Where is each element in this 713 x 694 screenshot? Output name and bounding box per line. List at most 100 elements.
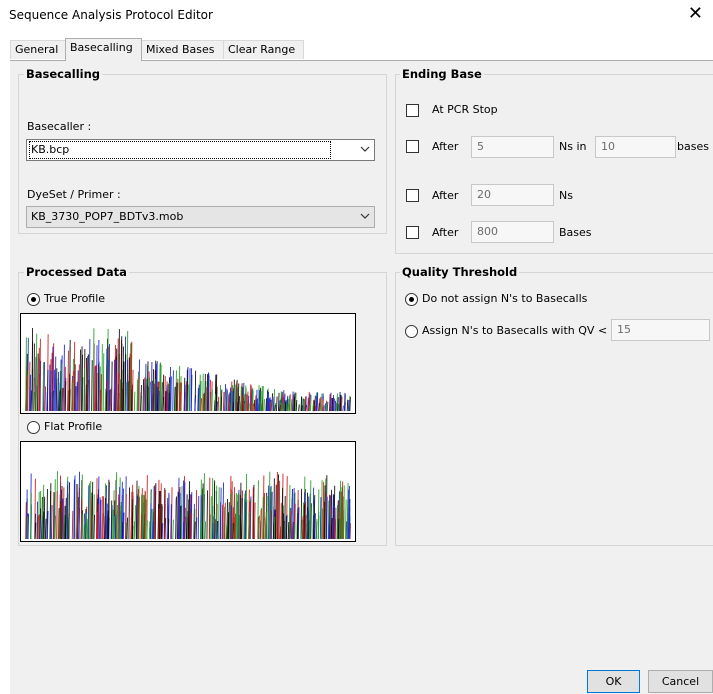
- trace-peak: [208, 514, 211, 540]
- trace-peak: [138, 376, 140, 412]
- trace-peak: [340, 396, 343, 412]
- trace-peak: [35, 333, 38, 412]
- trace-peak: [170, 376, 172, 412]
- basecaller-select[interactable]: KB.bcp: [26, 139, 375, 161]
- trace-peak: [182, 522, 185, 540]
- trace-peak: [252, 403, 255, 412]
- trace-peak: [180, 486, 183, 540]
- trace-peak: [237, 492, 239, 540]
- trace-peak: [161, 382, 163, 412]
- after-ns-in-checkbox[interactable]: [406, 140, 419, 153]
- trace-peak: [204, 521, 206, 540]
- trace-peak: [34, 513, 36, 540]
- ns-window-input[interactable]: 10: [595, 136, 676, 158]
- trace-peak: [30, 390, 32, 412]
- flat-profile-radio[interactable]: [27, 421, 40, 434]
- trace-peak: [164, 489, 166, 540]
- trace-peak: [162, 374, 165, 412]
- after-bases-checkbox[interactable]: [406, 226, 419, 239]
- trace-peak: [227, 512, 229, 540]
- trace-peak: [91, 360, 93, 412]
- trace-peak: [243, 493, 246, 540]
- trace-peak: [141, 488, 143, 540]
- trace-peak: [117, 338, 119, 412]
- trace-peak: [254, 502, 256, 540]
- trace-peak: [234, 517, 236, 540]
- trace-peak: [183, 482, 186, 540]
- trace-peak: [263, 399, 265, 412]
- trace-peak: [122, 488, 124, 540]
- trace-peak: [146, 520, 148, 540]
- tab-mixed-bases[interactable]: Mixed Bases: [141, 40, 224, 59]
- trace-peak: [183, 392, 186, 412]
- trace-peak: [38, 347, 40, 412]
- ok-button[interactable]: OK: [587, 670, 640, 693]
- trace-peak: [89, 481, 92, 540]
- after-ns-checkbox[interactable]: [406, 189, 419, 202]
- trace-peak: [332, 494, 334, 540]
- trace-peak: [177, 477, 180, 540]
- trace-peak: [52, 491, 55, 540]
- processed-data-group-title: Processed Data: [24, 265, 129, 279]
- flat-profile-label: Flat Profile: [44, 420, 103, 433]
- trace-peak: [319, 396, 322, 412]
- trace-peak: [100, 374, 102, 412]
- dyeset-select[interactable]: KB_3730_POP7_BDTv3.mob: [26, 206, 375, 228]
- trace-peak: [194, 521, 196, 540]
- trace-peak: [295, 392, 297, 412]
- trace-peak: [331, 397, 334, 412]
- trace-peak: [114, 514, 117, 540]
- qv-threshold-value: 15: [617, 323, 631, 336]
- trace-peak: [177, 491, 179, 540]
- trace-peak: [222, 391, 225, 412]
- tab-clear-range[interactable]: Clear Range: [223, 40, 304, 59]
- cancel-button[interactable]: Cancel: [648, 670, 713, 693]
- assign-qv-radio[interactable]: [405, 325, 418, 338]
- trace-peak: [101, 496, 103, 540]
- trace-peak: [303, 504, 305, 540]
- trace-peak: [68, 482, 70, 540]
- trace-peak: [73, 341, 76, 412]
- trace-peak: [54, 492, 56, 540]
- trace-peak: [42, 511, 45, 540]
- bases-limit-input[interactable]: 800: [471, 221, 554, 243]
- tab-basecalling[interactable]: Basecalling: [65, 38, 142, 61]
- trace-peak: [306, 492, 308, 540]
- title-bar: Sequence Analysis Protocol Editor ✕: [0, 0, 713, 30]
- trace-peak: [108, 389, 111, 412]
- true-profile-radio[interactable]: [27, 293, 40, 306]
- close-icon[interactable]: ✕: [688, 4, 703, 24]
- ns-count-input[interactable]: 5: [471, 136, 554, 158]
- trace-peak: [214, 394, 216, 412]
- trace-peak: [281, 487, 284, 540]
- no-assign-radio[interactable]: [405, 293, 418, 306]
- trace-peak: [276, 482, 279, 540]
- after-ns-label: After: [432, 189, 459, 202]
- trace-peak: [136, 379, 139, 412]
- trace-peak: [257, 516, 260, 540]
- trace-peak: [49, 370, 52, 412]
- trace-peak: [81, 354, 83, 412]
- trace-peak: [25, 337, 27, 412]
- trace-peak: [280, 391, 282, 412]
- trace-peak: [322, 399, 324, 412]
- at-pcr-stop-checkbox[interactable]: [406, 104, 419, 117]
- trace-peak: [85, 513, 87, 540]
- trace-peak: [158, 508, 160, 540]
- tab-general[interactable]: General: [10, 40, 66, 59]
- trace-peak: [271, 393, 273, 412]
- trace-peak: [258, 515, 260, 540]
- trace-peak: [61, 498, 64, 540]
- qv-threshold-input[interactable]: 15: [611, 319, 710, 341]
- trace-peak: [300, 519, 303, 540]
- assign-qv-label: Assign N's to Basecalls with QV <: [422, 324, 608, 337]
- trace-peak: [46, 369, 49, 412]
- bases-label: bases: [677, 140, 709, 153]
- trace-peak: [317, 515, 320, 540]
- trace-peak: [104, 498, 106, 540]
- ns-limit-input[interactable]: 20: [471, 184, 554, 206]
- trace-peak: [297, 507, 300, 540]
- quality-threshold-group-title: Quality Threshold: [400, 265, 520, 279]
- window-title: Sequence Analysis Protocol Editor: [9, 8, 213, 22]
- trace-peak: [105, 391, 108, 412]
